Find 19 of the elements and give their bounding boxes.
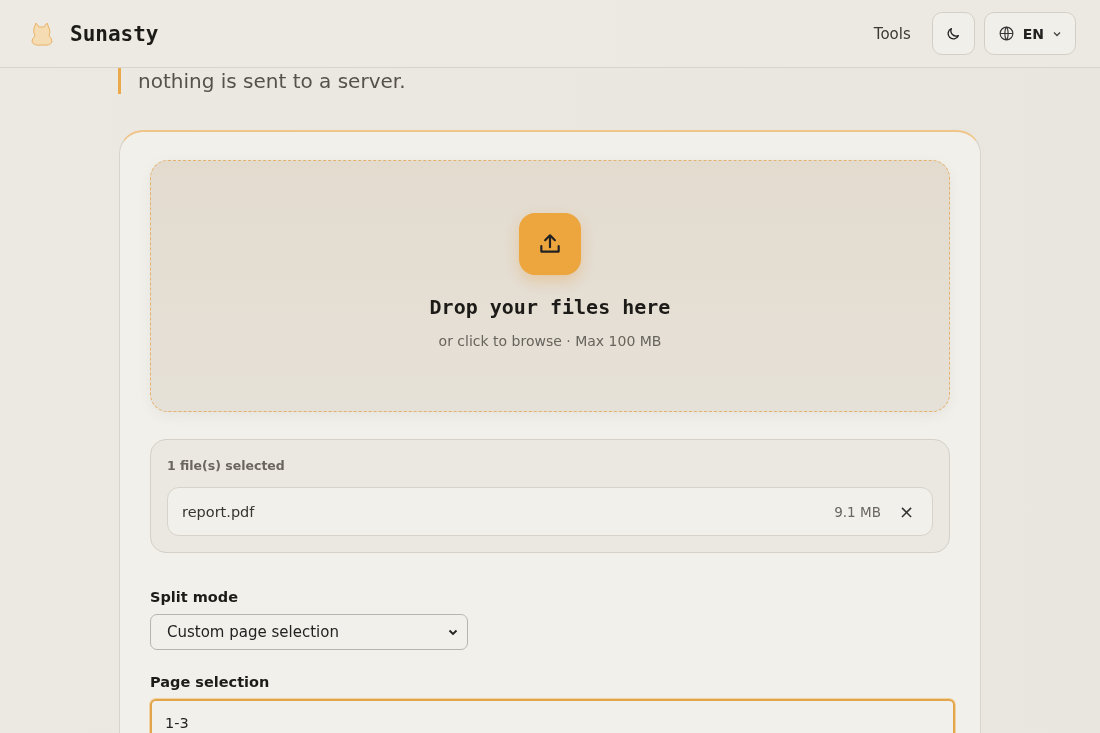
dropzone-hint: or click to browse · Max 100 MB <box>438 333 662 349</box>
nav-link[interactable]: Tools <box>873 24 911 43</box>
split-mode-dropdown[interactable]: Custom page selection <box>150 614 468 650</box>
brand-name[interactable]: Sunasty <box>70 21 159 46</box>
field-label: Split mode <box>150 589 240 605</box>
file-name: report.pdf <box>182 503 256 520</box>
file-count: 1 file(s) selected <box>167 458 286 473</box>
language-button[interactable]: EN <box>983 12 1076 55</box>
theme-toggle-button[interactable] <box>931 12 975 55</box>
upload-icon <box>519 213 581 275</box>
page-selection-field[interactable]: 1-3 <box>150 699 955 733</box>
moon-icon <box>945 25 962 42</box>
file-size: 9.1 MB <box>834 503 881 520</box>
field-label: Page selection <box>150 674 271 690</box>
dropzone-title: Drop your files here <box>429 295 671 319</box>
file-dropzone[interactable]: Drop your files here or click to browse · Max 100 MB <box>150 160 950 412</box>
remove-file-button[interactable]: × <box>894 501 918 522</box>
globe-icon <box>997 25 1015 42</box>
intro-text: nothing is sent to a server. <box>118 68 1100 94</box>
